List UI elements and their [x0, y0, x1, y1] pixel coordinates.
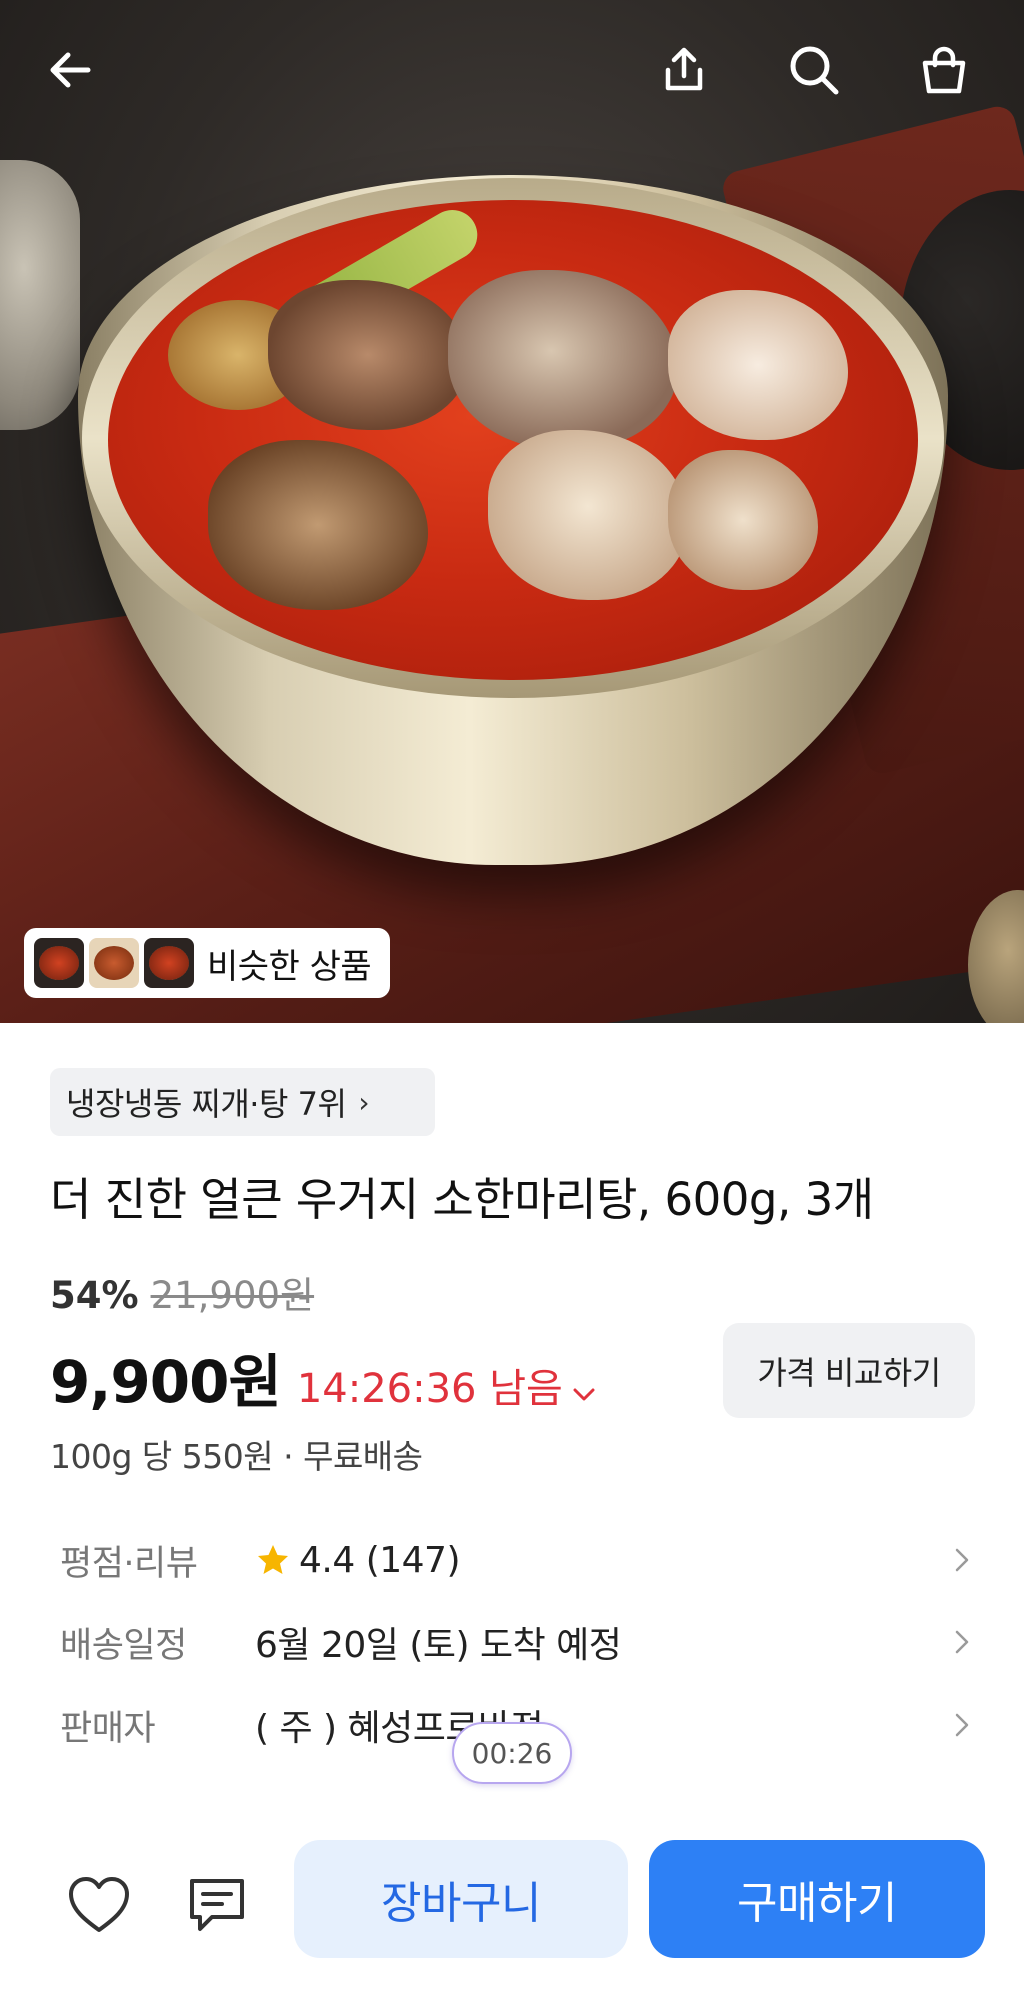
deal-timer[interactable]: 14:26:36 남음	[297, 1356, 563, 1414]
unit-price-shipping: 100g 당 550원 · 무료배송	[50, 1437, 423, 1476]
similar-products-label: 비슷한 상품	[207, 946, 372, 987]
soup	[108, 200, 918, 680]
similar-thumbnail	[34, 938, 84, 988]
buy-now-button[interactable]: 구매하기	[649, 1840, 985, 1958]
delivery-value: 6월 20일 (토) 도착 예정	[255, 1625, 622, 1666]
bottom-action-bar: 장바구니 구매하기	[0, 1820, 1024, 2008]
chevron-right-icon: ›	[358, 1085, 370, 1119]
rating-value: 4.4 (147)	[299, 1539, 461, 1581]
search-icon[interactable]	[782, 38, 846, 102]
seller-label: 판매자	[60, 1708, 156, 1749]
top-bar	[0, 30, 1024, 110]
compare-price-button[interactable]: 가격 비교하기	[723, 1323, 975, 1418]
rating-review-row[interactable]: 평점·리뷰 4.4 (147)	[60, 1530, 980, 1590]
tripe-piece	[668, 290, 848, 440]
heart-icon[interactable]	[62, 1868, 136, 1942]
shopping-bag-icon[interactable]	[912, 38, 976, 102]
similar-thumbnail	[89, 938, 139, 988]
back-arrow-icon[interactable]	[38, 38, 102, 102]
rating-label: 평점·리뷰	[60, 1543, 198, 1584]
chevron-down-icon[interactable]	[573, 1376, 595, 1409]
price-row: 9,900원 14:26:36 남음	[50, 1335, 595, 1419]
add-to-cart-button[interactable]: 장바구니	[294, 1840, 628, 1958]
category-rank-label: 냉장냉동 찌개·탕 7위	[66, 1085, 347, 1123]
similar-products-button[interactable]: 비슷한 상품	[24, 928, 390, 998]
original-price: 21,900원	[150, 1274, 315, 1317]
sale-price: 9,900원	[50, 1348, 282, 1416]
share-icon[interactable]	[652, 38, 716, 102]
delivery-label: 배송일정	[60, 1625, 187, 1666]
meat-piece	[488, 430, 688, 600]
ceramic-cup	[0, 160, 80, 430]
product-title: 더 진한 얼큰 우거지 소한마리탕, 600g, 3개	[50, 1173, 874, 1226]
discount-row: 54% 21,900원	[50, 1265, 314, 1319]
chat-icon[interactable]	[180, 1868, 254, 1942]
meat-piece	[448, 270, 678, 450]
category-rank-chip[interactable]: 냉장냉동 찌개·탕 7위 ›	[50, 1068, 435, 1136]
chevron-right-icon	[944, 1707, 980, 1743]
meat-piece	[208, 440, 428, 610]
star-icon	[255, 1542, 291, 1578]
product-image[interactable]: 비슷한 상품	[0, 0, 1024, 1023]
meat-piece	[268, 280, 468, 430]
discount-rate: 54%	[50, 1274, 139, 1317]
similar-thumbnail	[144, 938, 194, 988]
delivery-row[interactable]: 배송일정 6월 20일 (토) 도착 예정	[60, 1612, 980, 1672]
floating-timer-badge: 00:26	[452, 1722, 572, 1784]
tripe-piece	[668, 450, 818, 590]
chevron-right-icon	[944, 1542, 980, 1578]
chevron-right-icon	[944, 1624, 980, 1660]
